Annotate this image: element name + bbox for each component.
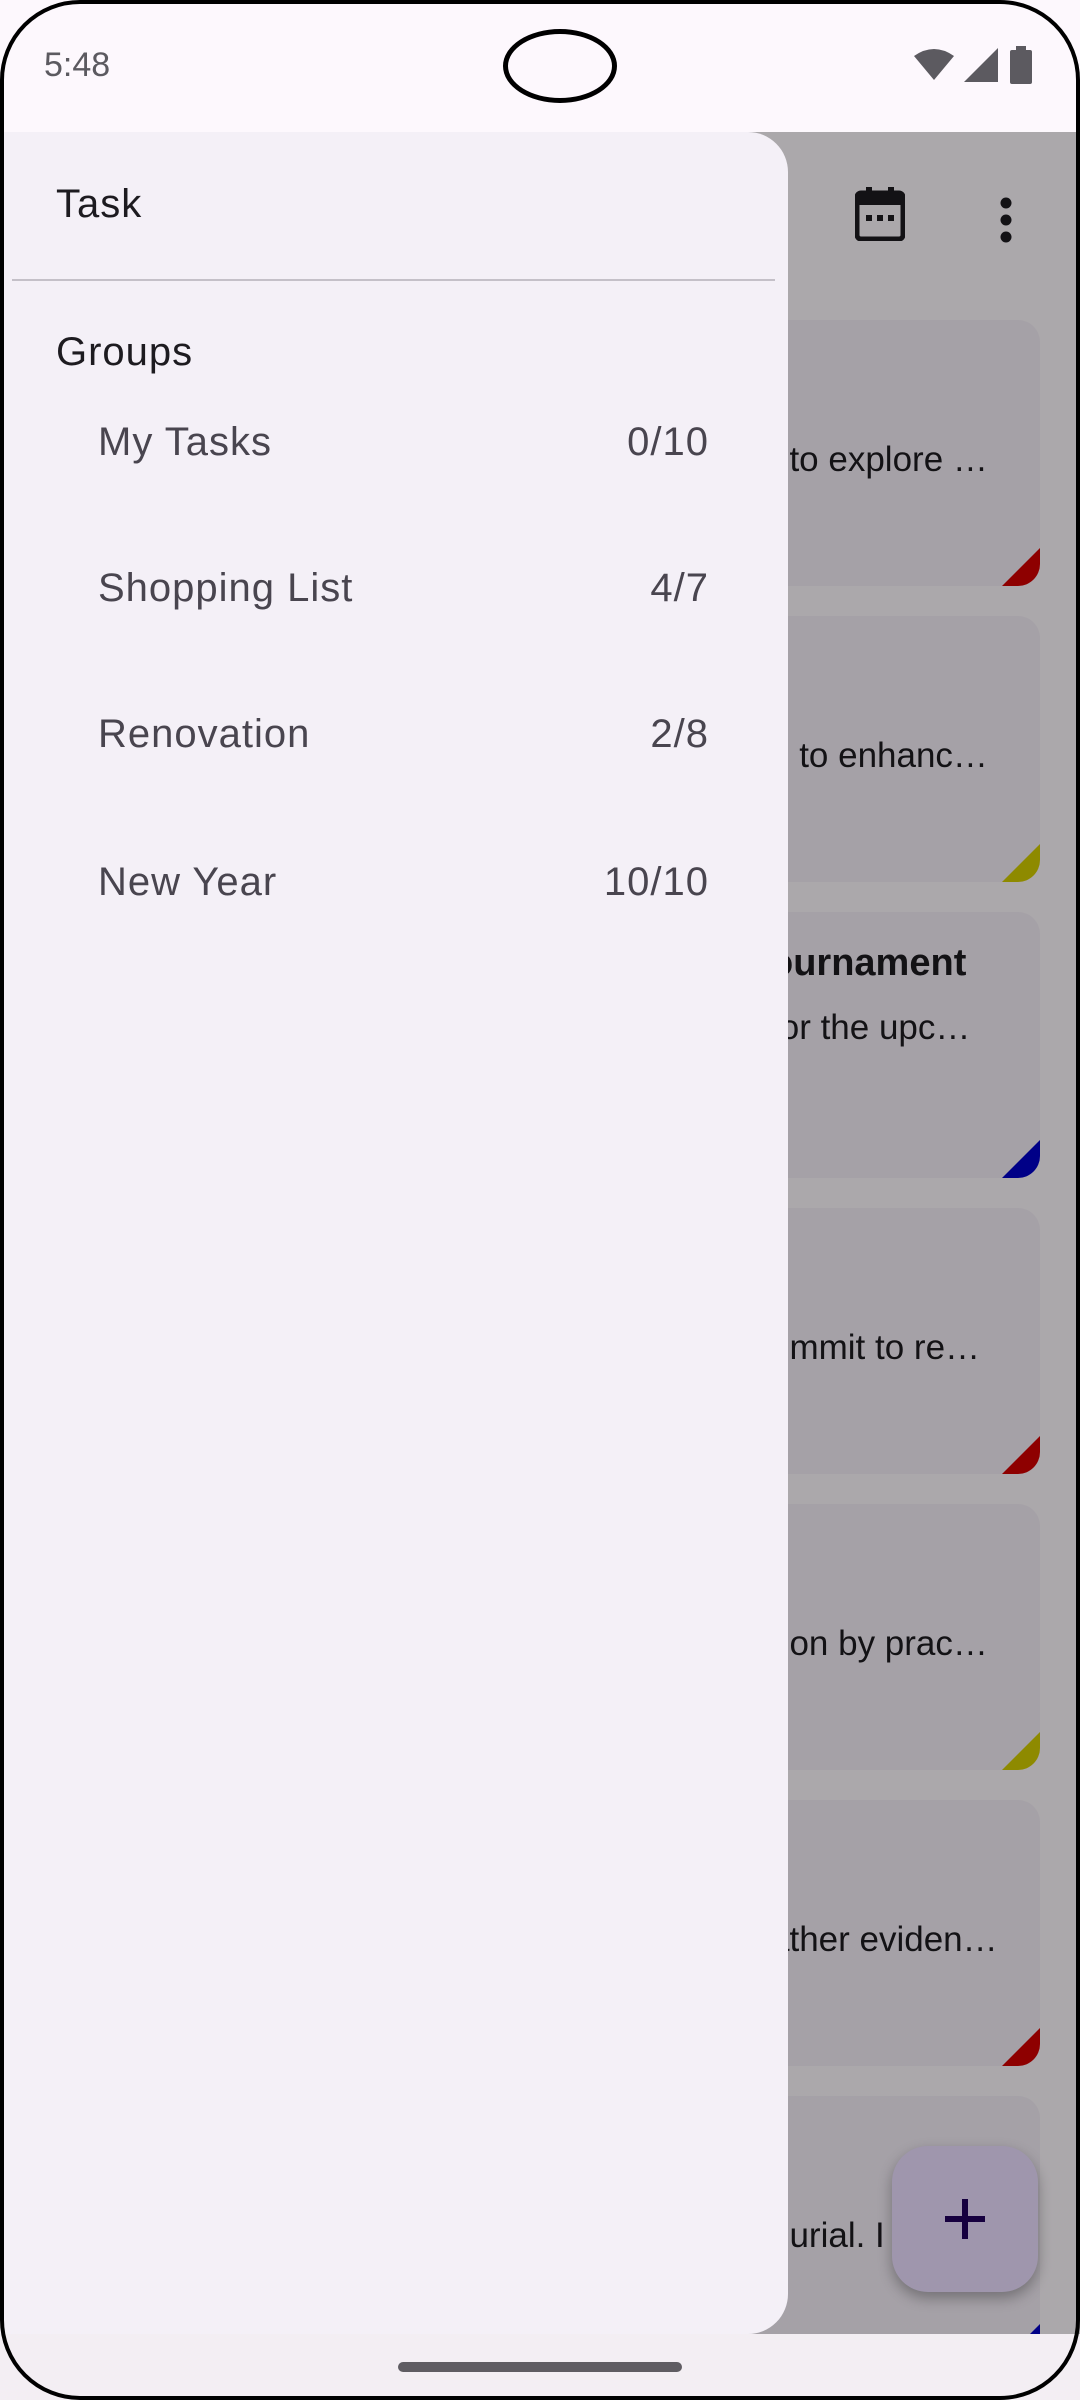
group-count: 0/10	[627, 420, 709, 464]
group-name: Renovation	[98, 712, 311, 756]
drawer-divider	[12, 279, 775, 281]
group-item-new-year[interactable]: New Year 10/10	[12, 822, 775, 942]
group-item-renovation[interactable]: Renovation 2/8	[12, 674, 775, 794]
home-gesture-handle[interactable]	[398, 2362, 682, 2372]
status-icons	[914, 46, 1032, 84]
group-name: New Year	[98, 860, 278, 904]
group-item-my-tasks[interactable]: My Tasks 0/10	[12, 382, 775, 502]
group-item-shopping-list[interactable]: Shopping List 4/7	[12, 528, 775, 648]
wifi-icon	[914, 49, 954, 80]
group-count: 2/8	[650, 712, 709, 756]
signal-icon	[964, 48, 998, 82]
drawer-title: Task	[56, 182, 143, 226]
status-time: 5:48	[44, 46, 111, 84]
group-count: 10/10	[603, 860, 709, 904]
group-name: My Tasks	[98, 420, 272, 464]
battery-icon	[1010, 46, 1032, 84]
navigation-drawer: Task Groups My Tasks 0/10 Shopping List …	[0, 132, 788, 2334]
group-count: 4/7	[650, 566, 709, 610]
group-name: Shopping List	[98, 566, 354, 610]
groups-section-label: Groups	[56, 330, 194, 374]
status-bar: 5:48	[0, 0, 1080, 132]
camera-cutout	[503, 29, 617, 103]
